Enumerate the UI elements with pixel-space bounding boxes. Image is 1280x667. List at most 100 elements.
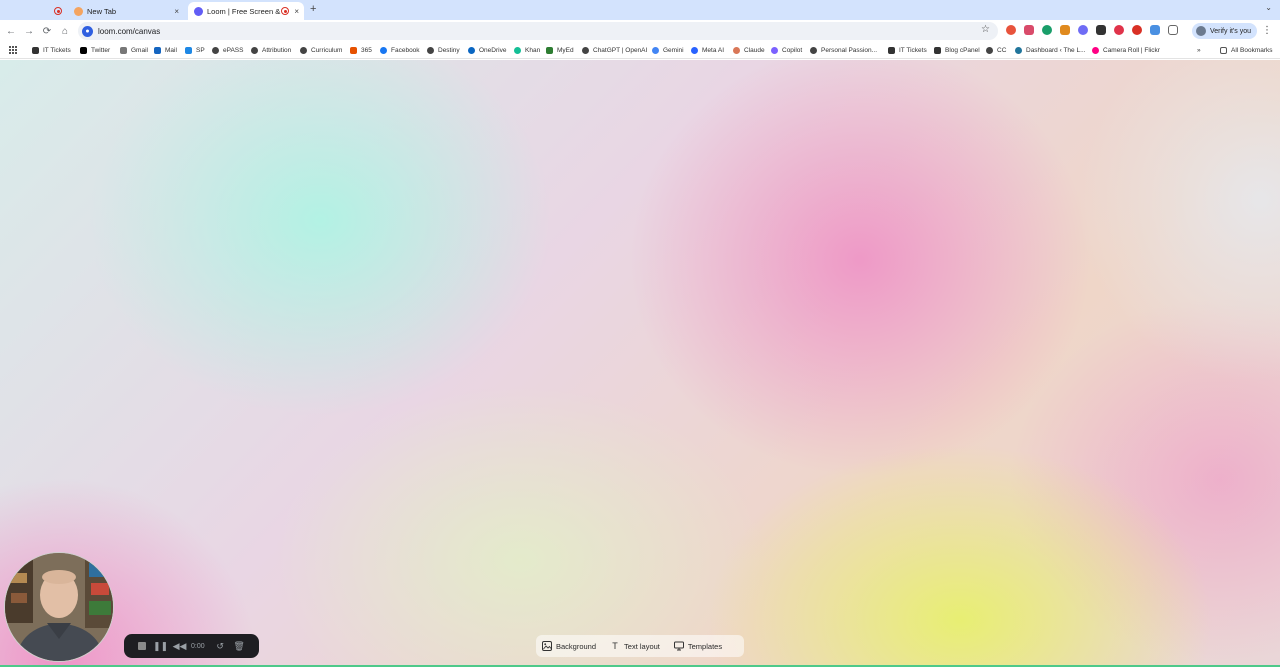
text-layout-label: Text layout [624,641,660,651]
bookmark-item[interactable]: Facebook [380,45,420,56]
extension-icon[interactable] [1006,25,1016,35]
google-icon [120,47,127,54]
webcam-person-image [5,553,113,661]
extension-icon[interactable] [1096,25,1106,35]
text-icon: T [612,641,618,651]
bookmark-star-icon[interactable]: ☆ [981,24,990,35]
home-icon[interactable]: ⌂ [58,24,72,38]
extension-icon[interactable] [1150,25,1160,35]
bookmark-item[interactable]: Khan [514,45,540,56]
verify-profile-button[interactable]: Verify it's you [1192,23,1258,39]
templates-button[interactable]: Templates [673,641,723,651]
address-bar[interactable]: ● loom.com/canvas ☆ [78,22,998,40]
tab-loom[interactable]: Loom | Free Screen & Vide × [188,2,304,20]
pause-button[interactable]: ❚❚ [151,638,170,654]
bookmark-label: MyEd [557,47,574,54]
all-bookmarks-label: All Bookmarks [1231,47,1273,54]
close-tab-icon[interactable]: × [174,7,179,16]
camera-bubble[interactable] [4,552,114,662]
delete-button[interactable]: 🗑 [230,638,249,654]
url-text[interactable]: loom.com/canvas [98,27,160,36]
bookmark-item[interactable]: Meta AI [691,45,724,56]
bookmark-item[interactable]: SP [185,45,205,56]
extension-icon[interactable] [1132,25,1142,35]
extension-icon[interactable] [1078,25,1088,35]
tab-search-icon[interactable]: ⌄ [1265,3,1272,12]
bookmark-item[interactable]: Destiny [427,45,460,56]
extension-icon[interactable] [1024,25,1034,35]
tab-strip: New Tab × Loom | Free Screen & Vide × + … [0,0,1280,20]
bookmark-item[interactable]: Dashboard ‹ The L... [1015,45,1086,56]
bookmark-item[interactable]: 365 [350,45,372,56]
bookmarks-overflow-icon[interactable]: » [1197,45,1201,56]
rewind-button[interactable]: ◀◀ [170,638,189,654]
browser-toolbar: ← → ⟳ ⌂ ● loom.com/canvas ☆ Verify it's … [0,20,1280,42]
stop-recording-button[interactable] [132,638,151,654]
bookmark-item[interactable]: Mail [154,45,177,56]
bookmark-item[interactable]: CC [986,45,1006,56]
bookmark-label: Claude [744,47,765,54]
bookmark-label: Khan [525,47,541,54]
bookmark-item[interactable]: Gmail [120,45,148,56]
new-tab-favicon [74,6,83,16]
loom-canvas[interactable] [0,60,1280,665]
stop-icon [137,642,146,650]
bookmark-item[interactable]: ChatGPT | OpenAI [582,45,647,56]
recording-controls: ❚❚ ◀◀ 0:00 ↺ 🗑 [124,634,259,658]
bookmark-item[interactable]: MyEd [546,45,574,56]
recording-icon [281,7,289,15]
text-layout-button[interactable]: T Text layout [610,641,660,651]
outlook-icon [154,47,161,54]
bookmark-item[interactable]: Personal Passion... [810,45,877,56]
bookmark-item[interactable]: IT Tickets [32,45,71,56]
bookmark-label: Personal Passion... [821,47,878,54]
tab-title: Loom | Free Screen & Vide [207,6,281,16]
bookmark-item[interactable]: IT Tickets [888,45,927,56]
bookmark-item[interactable]: Attribution [251,45,291,56]
avatar [1196,26,1206,36]
close-tab-icon[interactable]: × [294,7,299,16]
background-button[interactable]: Background [542,641,596,651]
bookmark-item[interactable]: Camera Roll | Flickr [1092,45,1160,56]
loom-favicon [194,6,203,16]
bookmark-label: Camera Roll | Flickr [1103,47,1160,54]
all-bookmarks-button[interactable]: All Bookmarks [1220,45,1273,56]
copilot-icon [771,47,778,54]
restart-button[interactable]: ↺ [211,638,230,654]
tab-recording[interactable] [6,2,68,20]
bookmark-label: Dashboard ‹ The L... [1026,47,1086,54]
extension-icon[interactable] [1060,25,1070,35]
globe-icon [251,47,258,54]
extensions-puzzle-icon[interactable] [1168,25,1178,35]
forward-icon[interactable]: → [22,24,36,38]
browser-menu-icon[interactable]: ⋮ [1262,25,1272,36]
extension-icon[interactable] [1114,25,1124,35]
background-label: Background [556,641,597,651]
gemini-icon [652,47,659,54]
reload-icon[interactable]: ⟳ [40,24,54,38]
back-icon[interactable]: ← [4,24,18,38]
bookmark-label: IT Tickets [899,47,927,54]
bookmark-label: 365 [361,47,372,54]
bookmark-label: Attribution [262,47,292,54]
bookmark-item[interactable]: ePASS [212,45,243,56]
bookmark-item[interactable]: Twitter [80,45,110,56]
apps-grid-icon[interactable] [9,46,17,54]
bookmark-label: Mail [165,47,177,54]
openai-icon [582,47,589,54]
bookmark-item[interactable]: Gemini [652,45,684,56]
extension-icon[interactable] [1042,25,1052,35]
templates-label: Templates [687,641,723,651]
new-tab-button[interactable]: + [310,3,316,15]
restart-icon: ↺ [216,640,224,651]
map-pin-icon [427,47,434,54]
site-info-icon[interactable]: ● [82,25,93,37]
bookmark-item[interactable]: Copilot [771,45,802,56]
bookmark-item[interactable]: Curriculum [300,45,342,56]
bookmark-item[interactable]: Claude [733,45,765,56]
bookmark-label: CC [997,47,1007,54]
tab-new-tab[interactable]: New Tab × [68,2,184,20]
bookmark-item[interactable]: OneDrive [468,45,506,56]
bookmark-item[interactable]: Blog cPanel [934,45,980,56]
bookmark-label: Gemini [663,47,684,54]
